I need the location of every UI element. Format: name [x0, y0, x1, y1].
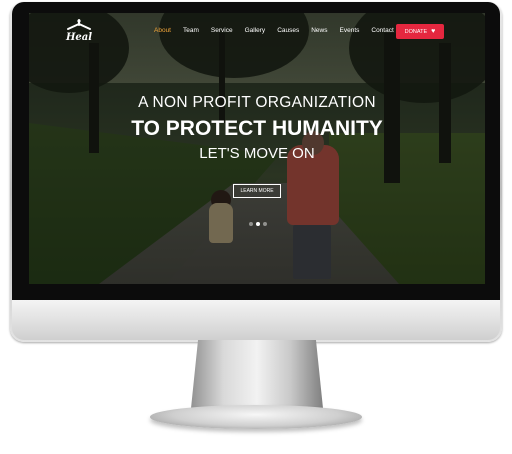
slider-dot-1[interactable] [249, 222, 253, 226]
nav-item-service[interactable]: Service [211, 27, 233, 34]
nav-item-causes[interactable]: Causes [277, 27, 299, 34]
monitor-stand-base [150, 405, 362, 429]
slider-dot-3[interactable] [263, 222, 267, 226]
nav-item-gallery[interactable]: Gallery [245, 27, 266, 34]
nav-item-about[interactable]: About [154, 27, 171, 34]
slider-dot-2[interactable] [256, 222, 260, 226]
hero-title: TO PROTECT HUMANITY [131, 117, 383, 140]
site-logo[interactable]: Heal [62, 19, 96, 47]
nav-item-contact[interactable]: Contact [371, 27, 393, 34]
donate-button[interactable]: DONATE ♥ [396, 24, 444, 39]
hero-tagline: LET'S MOVE ON [199, 145, 315, 162]
donate-label: DONATE [404, 28, 428, 35]
heart-icon: ♥ [431, 28, 436, 35]
nav-item-news[interactable]: News [311, 27, 327, 34]
slider-pagination [249, 222, 267, 226]
nav-item-events[interactable]: Events [340, 27, 360, 34]
learn-more-button[interactable]: LEARN MORE [233, 184, 281, 198]
cross-hanger-icon [62, 19, 96, 32]
monitor-chin [12, 300, 500, 340]
website-screen: Heal About Team Service Gallery Causes N… [29, 13, 485, 284]
logo-text: Heal [65, 32, 93, 43]
nav-item-team[interactable]: Team [183, 27, 199, 34]
main-menu: About Team Service Gallery Causes News E… [154, 27, 406, 34]
hero-subtitle: A NON PROFIT ORGANIZATION [138, 94, 376, 111]
site-navbar: Heal About Team Service Gallery Causes N… [29, 13, 485, 53]
hero-section: A NON PROFIT ORGANIZATION TO PROTECT HUM… [29, 93, 485, 163]
